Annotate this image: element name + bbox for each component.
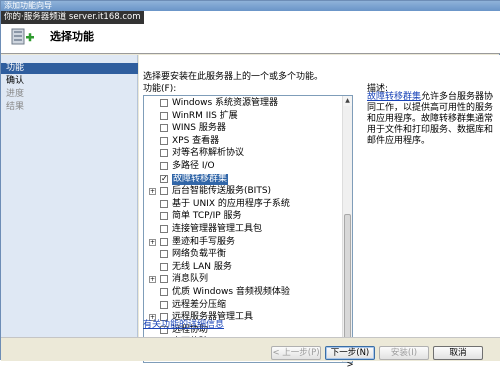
cancel-button[interactable]: 取消 xyxy=(433,346,483,360)
feature-checkbox[interactable] xyxy=(160,275,168,284)
feature-label: WINS 服务器 xyxy=(172,123,226,134)
feature-item[interactable]: XPS 查看器 xyxy=(144,136,340,147)
expand-icon[interactable]: + xyxy=(149,188,156,196)
features-scrollbar[interactable]: ▲ ▼ xyxy=(342,96,352,362)
step-results: 结果 xyxy=(6,102,25,112)
feature-label: WinRM IIS 扩展 xyxy=(172,110,238,121)
feature-label: 墨迹和手写服务 xyxy=(172,236,236,247)
feature-label: 连接管理器管理工具包 xyxy=(172,224,263,234)
feature-item[interactable]: 无线 LAN 服务 xyxy=(144,262,340,273)
feature-item[interactable]: 远程差分压缩 xyxy=(144,300,340,311)
feature-label: XPS 查看器 xyxy=(172,135,220,146)
add-features-icon xyxy=(11,28,34,45)
step-confirmation[interactable]: 确认 xyxy=(1,76,138,87)
window-title: 添加功能向导 xyxy=(4,1,52,10)
title-bar: 添加功能向导 xyxy=(1,1,500,11)
description-link[interactable]: 故障转移群集 xyxy=(367,92,421,102)
feature-label: 简单 TCP/IP 服务 xyxy=(172,211,242,222)
feature-item[interactable]: 网络负载平衡 xyxy=(144,249,340,260)
features-label: 功能(F): xyxy=(143,84,177,94)
wizard-footer: < 上一步(P) 下一步(N) > 安装(I) 取消 xyxy=(1,337,500,370)
feature-item[interactable]: 多路径 I/O xyxy=(144,161,340,172)
feature-checkbox[interactable] xyxy=(160,288,168,296)
feature-label: 对等名称解析协议 xyxy=(172,148,245,159)
feature-label: 后台智能传送服务(BITS) xyxy=(172,186,272,197)
feature-checkbox[interactable] xyxy=(160,199,168,208)
feature-label: Windows 系统资源管理器 xyxy=(172,98,279,108)
feature-label: 消息队列 xyxy=(172,274,209,285)
watermark-text: 你的·服务器频道 server.it168.com xyxy=(1,11,144,24)
feature-item[interactable]: ✓ 故障转移群集 xyxy=(144,173,340,185)
expand-icon[interactable]: + xyxy=(149,238,156,246)
feature-item[interactable]: + 墨迹和手写服务 xyxy=(144,237,340,248)
feature-checkbox[interactable] xyxy=(160,149,168,158)
feature-checkbox[interactable] xyxy=(160,250,168,259)
feature-label: 基于 UNIX 的应用程序子系统 xyxy=(172,198,290,209)
step-progress: 进度 xyxy=(6,89,25,99)
feature-label: 多路径 I/O xyxy=(172,161,215,171)
feature-item[interactable]: Windows 系统资源管理器 xyxy=(144,98,340,109)
wizard-steps-pane: 功能 确认 进度 结果 xyxy=(1,55,138,337)
feature-checkbox[interactable] xyxy=(160,162,168,170)
feature-checkbox[interactable] xyxy=(160,225,168,233)
feature-item[interactable]: WinRM IIS 扩展 xyxy=(144,111,340,122)
feature-checkbox[interactable] xyxy=(160,187,168,196)
feature-label: 网络负载平衡 xyxy=(172,249,227,260)
feature-checkbox[interactable] xyxy=(160,111,168,120)
feature-checkbox[interactable]: ✓ xyxy=(160,174,168,183)
feature-item[interactable]: 基于 UNIX 的应用程序子系统 xyxy=(144,199,340,210)
more-info-link[interactable]: 有关功能的详细信息 xyxy=(143,317,224,330)
feature-checkbox[interactable] xyxy=(160,237,168,246)
next-button[interactable]: 下一步(N) > xyxy=(325,346,375,370)
feature-label: 优质 Windows 音频视频体验 xyxy=(172,287,290,297)
feature-item[interactable]: + 消息队列 xyxy=(144,274,340,285)
description-text: 故障转移群集允许多台服务器协同工作，以提供高可用性的服务和应用程序。故障转移群集… xyxy=(367,92,495,147)
feature-item[interactable]: 连接管理器管理工具包 xyxy=(144,224,340,235)
page-title: 选择功能 xyxy=(50,30,94,43)
feature-checkbox[interactable] xyxy=(160,99,168,107)
feature-label: 远程差分压缩 xyxy=(172,299,227,310)
feature-checkbox[interactable] xyxy=(160,136,168,145)
install-button[interactable]: 安装(I) xyxy=(379,346,429,360)
add-features-wizard-window: 添加功能向导 你的·服务器频道 server.it168.com 选择功能 功能… xyxy=(0,0,500,370)
previous-button[interactable]: < 上一步(P) xyxy=(271,346,321,360)
features-content: 选择要安装在此服务器上的一个或多个功能。 功能(F): ▲ ▼ Windows … xyxy=(139,55,500,363)
scroll-thumb[interactable] xyxy=(344,214,351,352)
feature-label: 无线 LAN 服务 xyxy=(172,261,232,272)
feature-checkbox[interactable] xyxy=(160,300,168,309)
feature-item[interactable]: + 后台智能传送服务(BITS) xyxy=(144,186,340,197)
expand-icon[interactable]: + xyxy=(149,276,156,284)
step-features[interactable]: 功能 xyxy=(1,63,138,74)
wizard-header: 你的·服务器频道 server.it168.com 选择功能 xyxy=(1,11,500,54)
feature-item[interactable]: 对等名称解析协议 xyxy=(144,148,340,159)
feature-checkbox[interactable] xyxy=(160,212,168,221)
scroll-up-arrow-icon[interactable]: ▲ xyxy=(343,96,352,106)
feature-checkbox[interactable] xyxy=(160,262,168,271)
feature-label: 故障转移群集 xyxy=(172,173,229,185)
feature-item[interactable]: 简单 TCP/IP 服务 xyxy=(144,211,340,222)
feature-item[interactable]: WINS 服务器 xyxy=(144,123,340,134)
feature-item[interactable]: 优质 Windows 音频视频体验 xyxy=(144,287,340,298)
feature-checkbox[interactable] xyxy=(160,124,168,133)
